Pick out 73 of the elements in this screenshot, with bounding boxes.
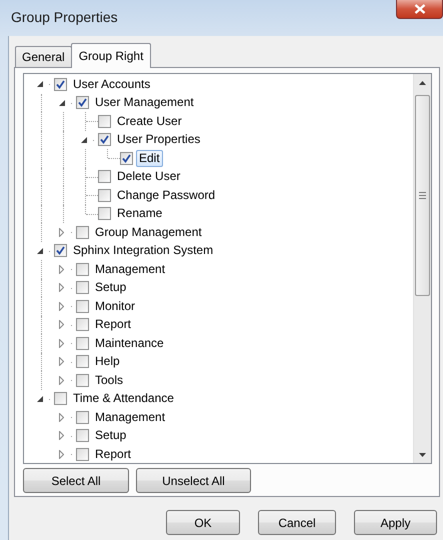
collapse-triangle-icon[interactable] [59, 100, 65, 106]
checkbox[interactable] [76, 318, 89, 332]
tree-item[interactable]: Tools [92, 372, 126, 389]
tree-item[interactable]: User Management [92, 94, 197, 112]
expand-triangle-icon[interactable] [59, 338, 64, 348]
tree-item[interactable]: Setup [92, 279, 130, 296]
collapse-triangle-icon[interactable] [81, 136, 87, 143]
close-button[interactable] [396, 0, 443, 19]
expand-triangle-icon[interactable] [59, 302, 64, 311]
null[interactable]: Cancel [258, 510, 336, 535]
null[interactable]: OK [166, 510, 240, 535]
checkbox[interactable] [76, 448, 89, 461]
tree-item[interactable]: Monitor [92, 298, 138, 315]
grip-icon [419, 192, 426, 199]
window-title: Group Properties [11, 9, 118, 25]
checkbox[interactable] [76, 300, 89, 313]
collapse-triangle-icon[interactable] [37, 81, 43, 88]
tree-item[interactable]: Maintenance [92, 334, 167, 352]
scrollbar[interactable] [413, 74, 431, 463]
tree-item[interactable]: Time & Attendance [70, 390, 177, 408]
collapse-triangle-icon[interactable] [37, 396, 43, 402]
collapse-triangle-icon[interactable] [37, 248, 43, 254]
expand-triangle-icon[interactable] [59, 357, 64, 366]
checkbox[interactable] [76, 429, 89, 442]
tree-item[interactable]: Setup [92, 427, 130, 444]
expand-triangle-icon[interactable] [59, 450, 64, 459]
tree-item[interactable]: Report [92, 316, 134, 334]
tree-item[interactable]: Group Management [92, 224, 205, 241]
checkbox[interactable] [98, 207, 111, 220]
null[interactable]: Unselect All [136, 468, 251, 493]
checkbox[interactable] [76, 355, 89, 368]
tree-item[interactable]: Report [92, 446, 134, 463]
close-icon [414, 4, 426, 14]
tree-item[interactable]: User Properties [114, 131, 204, 148]
expand-triangle-icon[interactable] [59, 431, 64, 440]
scroll-thumb[interactable] [415, 95, 430, 296]
checkbox[interactable] [76, 281, 89, 294]
tree-item[interactable]: Create User [114, 112, 185, 130]
checkbox[interactable] [76, 410, 89, 424]
tree-item[interactable]: Help [92, 353, 123, 370]
checkbox[interactable] [76, 262, 89, 276]
expand-triangle-icon[interactable] [59, 412, 64, 422]
checkbox[interactable] [54, 78, 67, 91]
tab[interactable]: General [15, 46, 72, 67]
tree-item[interactable]: Management [92, 260, 168, 278]
checkbox[interactable] [54, 244, 67, 258]
checkbox[interactable] [98, 133, 111, 146]
expand-triangle-icon[interactable] [59, 283, 64, 292]
tab[interactable]: Group Right [70, 43, 152, 68]
tree-item[interactable]: Sphinx Integration System [70, 242, 216, 260]
tree-item[interactable]: Edit [136, 150, 163, 167]
checkbox[interactable] [98, 114, 111, 128]
checkbox[interactable] [120, 152, 133, 165]
expand-triangle-icon[interactable] [59, 320, 64, 330]
null[interactable]: Apply [354, 510, 437, 535]
tree-item[interactable]: User Accounts [70, 76, 154, 93]
tree-item[interactable]: Rename [114, 205, 166, 222]
checkbox[interactable] [98, 170, 111, 184]
tree-item[interactable]: Change Password [114, 186, 218, 204]
expand-triangle-icon[interactable] [59, 376, 64, 385]
tree-item[interactable]: Management [92, 408, 168, 426]
checkbox[interactable] [76, 374, 89, 387]
down-arrow-icon [419, 452, 426, 456]
null[interactable]: Select All [23, 468, 129, 493]
tree-item[interactable]: Delete User [114, 168, 184, 186]
expand-triangle-icon[interactable] [59, 228, 64, 237]
checkbox[interactable] [76, 226, 89, 239]
checkbox[interactable] [76, 96, 89, 110]
checkbox[interactable] [98, 188, 111, 202]
expand-triangle-icon[interactable] [59, 264, 64, 274]
checkbox[interactable] [54, 392, 67, 406]
checkbox[interactable] [76, 336, 89, 350]
up-arrow-icon [419, 80, 426, 84]
